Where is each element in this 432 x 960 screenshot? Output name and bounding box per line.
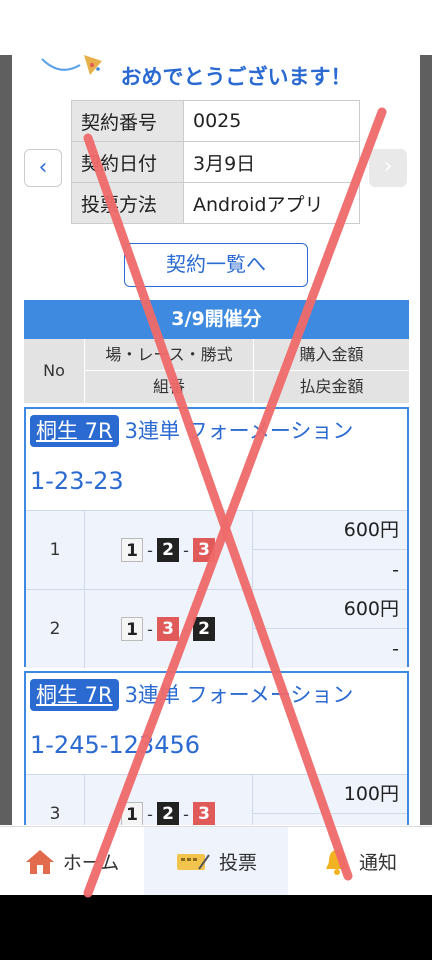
contract-value: 3月9日 — [183, 141, 360, 183]
boat-combo: 1-2-3 — [84, 775, 253, 825]
venue-link[interactable]: 桐生 7R — [30, 415, 119, 447]
venue-link[interactable]: 桐生 7R — [30, 679, 119, 711]
payout-amount: - — [392, 559, 399, 581]
app-screen: おめでとうございます！ ‹ › 契約番号 0025 契約日付 3月9日 投票方法… — [0, 0, 432, 895]
contract-row: 投票方法 Androidアプリ — [71, 182, 360, 224]
boat-number: 3 — [193, 802, 215, 825]
boat-number: 3 — [157, 617, 179, 641]
home-icon — [25, 849, 54, 874]
tab-home-label: ホーム — [62, 852, 120, 874]
col-purchase: 購入金額 — [254, 339, 409, 371]
col-payout: 払戻金額 — [299, 377, 364, 396]
contract-info-table: 契約番号 0025 契約日付 3月9日 投票方法 Androidアプリ — [71, 100, 360, 224]
bet-type: 3連単 フォーメーション — [124, 683, 354, 707]
bet-title: 桐生 7R 3連単 フォーメーション — [30, 415, 400, 447]
contract-key: 投票方法 — [71, 182, 184, 224]
table-row: 1 1-2-3 600円 - — [26, 510, 407, 589]
bet-combo: 1-23-23 — [30, 467, 124, 495]
result-modal: おめでとうございます！ ‹ › 契約番号 0025 契約日付 3月9日 投票方法… — [12, 55, 420, 825]
contract-value: Androidアプリ — [183, 182, 360, 224]
tab-vote-label: 投票 — [218, 852, 257, 874]
row-no: 1 — [26, 511, 85, 589]
boat-number: 2 — [157, 802, 179, 825]
tab-notice[interactable]: 通知 — [288, 827, 432, 895]
congrats-message: おめでとうございます！ — [120, 65, 352, 89]
bell-icon — [325, 849, 348, 875]
boat-number: 2 — [193, 617, 215, 641]
contract-key: 契約日付 — [71, 141, 184, 183]
section-title: 3/9開催分 — [24, 300, 409, 339]
boat-number: 1 — [121, 617, 143, 641]
col-combo: 組番 — [85, 371, 254, 402]
bet-combo: 1-245-123456 — [30, 731, 201, 759]
purchase-amount: 600円 — [252, 590, 407, 629]
bet-title: 桐生 7R 3連単 フォーメーション — [30, 679, 400, 711]
bet-card: 桐生 7R 3連単 フォーメーション 1-23-23 1 1-2-3 600円 -… — [24, 407, 409, 668]
bottom-nav: ホーム 投票 通知 — [0, 826, 432, 895]
boat-number: 1 — [121, 802, 143, 825]
purchase-amount: 100円 — [252, 775, 407, 814]
contract-value: 0025 — [183, 100, 360, 142]
col-no: No — [24, 339, 85, 403]
tab-home[interactable]: ホーム — [0, 827, 144, 895]
table-row: 2 1-3-2 600円 - — [26, 589, 407, 668]
chevron-right-icon: › — [383, 154, 393, 179]
payout-amount: - — [392, 638, 399, 660]
purchase-amount: 600円 — [252, 511, 407, 550]
contract-key: 契約番号 — [71, 100, 184, 142]
ticket-icon — [176, 853, 210, 870]
dimmed-background-left — [0, 55, 12, 825]
col-place-race-type: 場・レース・勝式 — [85, 339, 254, 371]
table-row: 3 1-2-3 100円 — [26, 774, 407, 825]
contract-list-button[interactable]: 契約一覧へ — [124, 243, 308, 287]
tab-notice-label: 通知 — [358, 852, 397, 874]
next-button[interactable]: › — [369, 149, 407, 187]
row-no: 2 — [26, 590, 85, 668]
tab-vote[interactable]: 投票 — [144, 827, 288, 895]
boat-combo: 1-3-2 — [84, 590, 253, 668]
dimmed-background-right — [420, 55, 432, 825]
chevron-left-icon: ‹ — [38, 155, 48, 180]
column-header: No 場・レース・勝式 購入金額 組番 払戻金額 — [24, 339, 409, 403]
bet-type: 3連単 フォーメーション — [124, 419, 354, 443]
prev-button[interactable]: ‹ — [24, 149, 62, 187]
bet-card: 桐生 7R 3連単 フォーメーション 1-245-123456 3 1-2-3 1… — [24, 671, 409, 825]
boat-number: 1 — [121, 538, 143, 562]
row-no: 3 — [26, 775, 85, 825]
boat-combo: 1-2-3 — [84, 511, 253, 589]
payout-amount — [252, 815, 407, 825]
boat-number: 3 — [193, 538, 215, 562]
contract-row: 契約日付 3月9日 — [71, 141, 360, 183]
boat-number: 2 — [157, 538, 179, 562]
contract-row: 契約番号 0025 — [71, 100, 360, 142]
